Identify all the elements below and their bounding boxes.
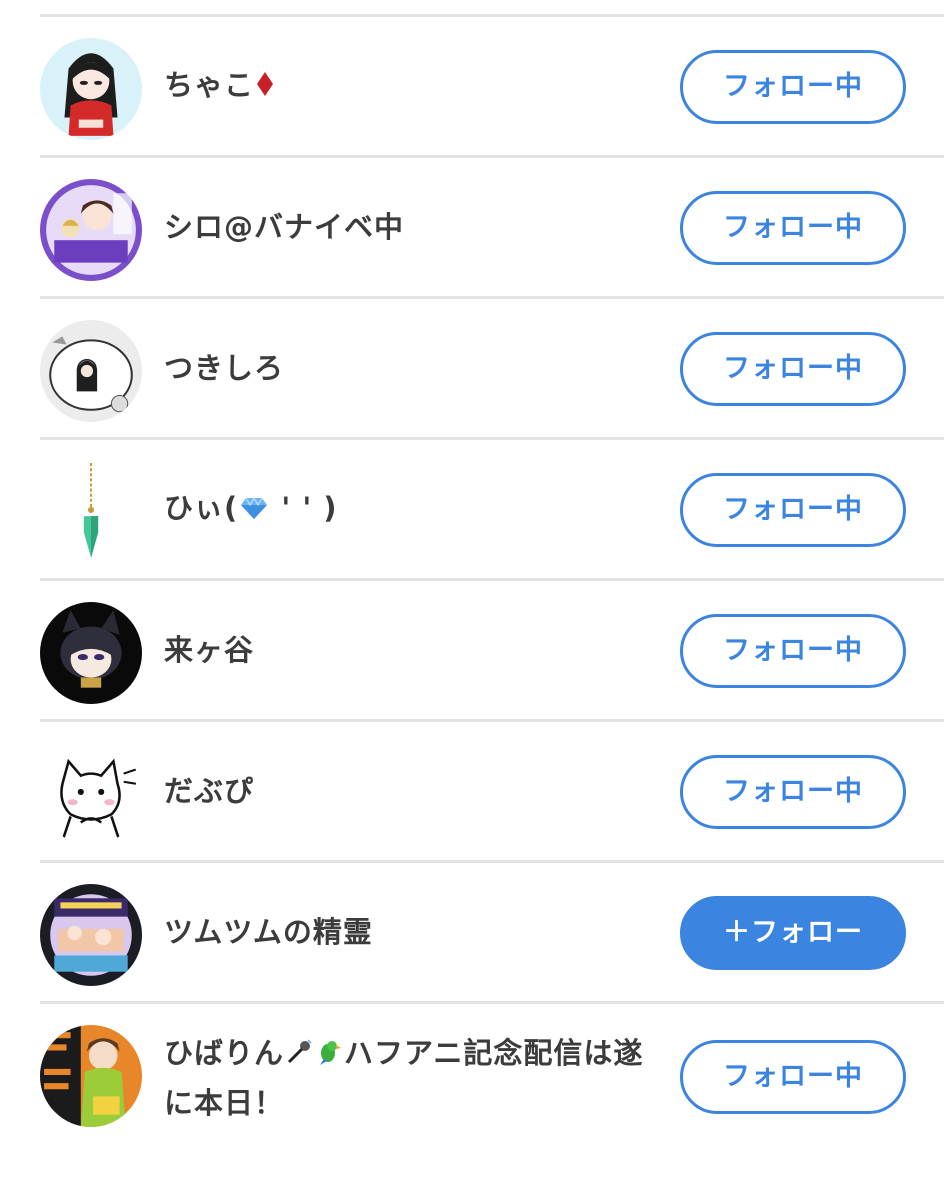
user-name[interactable]: 来ヶ谷 bbox=[164, 626, 644, 674]
avatar[interactable] bbox=[40, 743, 142, 845]
list-item[interactable]: ツムツムの精霊 ＋フォロー bbox=[40, 860, 944, 1001]
user-name[interactable]: だぶぴ bbox=[164, 767, 644, 815]
gem-icon bbox=[240, 486, 268, 534]
user-name[interactable]: ひぃ( ' ' ) bbox=[164, 484, 644, 534]
following-button[interactable]: フォロー中 bbox=[680, 1040, 906, 1114]
list-item[interactable]: ひぃ( ' ' ) フォロー中 bbox=[40, 437, 944, 578]
following-button[interactable]: フォロー中 bbox=[680, 473, 906, 547]
following-button[interactable]: フォロー中 bbox=[680, 191, 906, 265]
list-item[interactable]: つきしろ フォロー中 bbox=[40, 296, 944, 437]
avatar[interactable] bbox=[40, 320, 142, 422]
following-button[interactable]: フォロー中 bbox=[680, 614, 906, 688]
diamond-red-icon bbox=[256, 63, 274, 111]
user-name[interactable]: ツムツムの精霊 bbox=[164, 908, 644, 956]
microphone-icon bbox=[286, 1031, 312, 1079]
list-item[interactable]: シロ@バナイベ中 フォロー中 bbox=[40, 155, 944, 296]
following-button[interactable]: フォロー中 bbox=[680, 332, 906, 406]
avatar[interactable] bbox=[40, 38, 142, 140]
following-button[interactable]: フォロー中 bbox=[680, 50, 906, 124]
user-name[interactable]: ちゃこ bbox=[164, 61, 644, 111]
avatar[interactable] bbox=[40, 1025, 142, 1127]
user-name[interactable]: つきしろ bbox=[164, 344, 644, 392]
list-item[interactable]: だぶぴ フォロー中 bbox=[40, 719, 944, 860]
parrot-icon bbox=[316, 1031, 342, 1079]
follow-button[interactable]: ＋フォロー bbox=[680, 896, 906, 970]
following-button[interactable]: フォロー中 bbox=[680, 755, 906, 829]
avatar[interactable] bbox=[40, 884, 142, 986]
avatar[interactable] bbox=[40, 461, 142, 563]
avatar[interactable] bbox=[40, 602, 142, 704]
user-name[interactable]: シロ@バナイベ中 bbox=[164, 203, 644, 251]
user-name[interactable]: ひばりん ハフアニ記念配信は遂に本日！ bbox=[164, 1029, 644, 1127]
list-item[interactable]: 来ヶ谷 フォロー中 bbox=[40, 578, 944, 719]
list-item[interactable]: ひばりん ハフアニ記念配信は遂に本日！ フォロー中 bbox=[40, 1001, 944, 1151]
list-item[interactable]: ちゃこ フォロー中 bbox=[40, 14, 944, 155]
follow-list: ちゃこ フォロー中 シロ@バナイベ中 フォロー中 つきしろ フォロー中 ひぃ(… bbox=[40, 0, 944, 1151]
avatar[interactable] bbox=[40, 179, 142, 281]
